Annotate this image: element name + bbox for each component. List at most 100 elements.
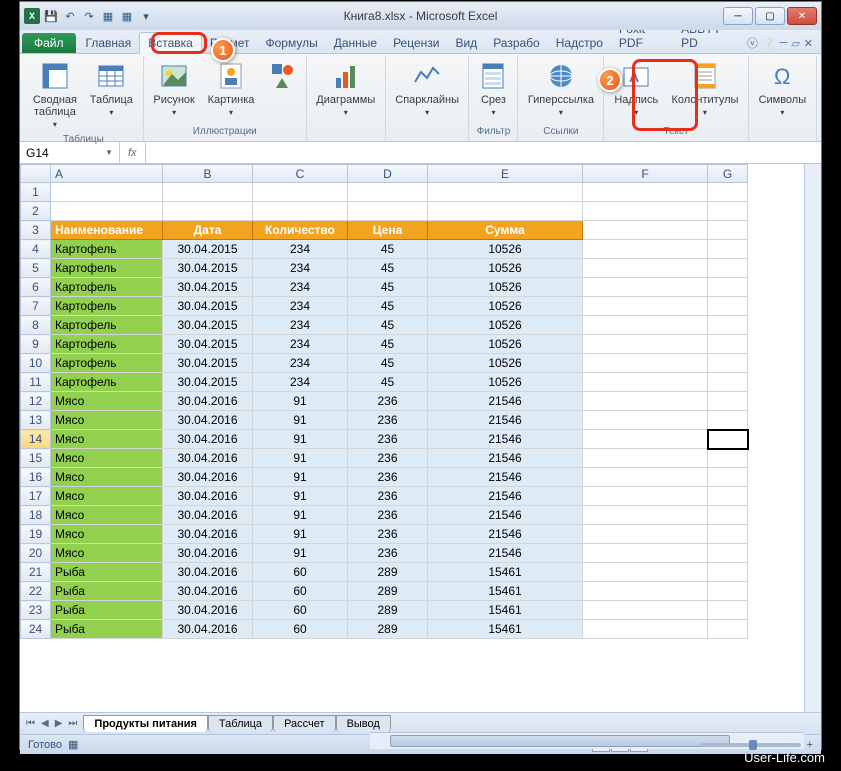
doc-restore-icon[interactable]: ▱ xyxy=(791,37,799,50)
save-icon[interactable]: 💾 xyxy=(43,8,59,24)
ribbon-tab-0[interactable]: Главная xyxy=(78,33,140,53)
cell-D8[interactable]: 45 xyxy=(348,316,428,335)
cell-F22[interactable] xyxy=(583,582,708,601)
cell-E1[interactable] xyxy=(428,183,583,202)
cell-B23[interactable]: 30.04.2016 xyxy=(163,601,253,620)
table-header-A[interactable]: Наименование xyxy=(51,221,163,240)
cell-G13[interactable] xyxy=(708,411,748,430)
cell-B8[interactable]: 30.04.2015 xyxy=(163,316,253,335)
vertical-scrollbar[interactable] xyxy=(804,164,821,712)
row-header-22[interactable]: 22 xyxy=(21,582,51,601)
row-header-6[interactable]: 6 xyxy=(21,278,51,297)
cell-G3[interactable] xyxy=(708,221,748,240)
cell-A15[interactable]: Мясо xyxy=(51,449,163,468)
cell-G17[interactable] xyxy=(708,487,748,506)
cell-A21[interactable]: Рыба xyxy=(51,563,163,582)
cell-C14[interactable]: 91 xyxy=(253,430,348,449)
qat-dropdown-icon[interactable]: ▾ xyxy=(138,8,154,24)
cell-A2[interactable] xyxy=(51,202,163,221)
cell-C23[interactable]: 60 xyxy=(253,601,348,620)
cell-D14[interactable]: 236 xyxy=(348,430,428,449)
select-all[interactable] xyxy=(21,165,51,183)
ribbon-btn-shapes-stack[interactable] xyxy=(262,58,302,94)
cell-G14[interactable] xyxy=(708,430,748,449)
cell-F20[interactable] xyxy=(583,544,708,563)
cell-C17[interactable]: 91 xyxy=(253,487,348,506)
table-header-B[interactable]: Дата xyxy=(163,221,253,240)
cell-E15[interactable]: 21546 xyxy=(428,449,583,468)
row-header-7[interactable]: 7 xyxy=(21,297,51,316)
ribbon-btn-chart[interactable]: Диаграммы ▾ xyxy=(311,58,381,120)
cell-E4[interactable]: 10526 xyxy=(428,240,583,259)
cell-E6[interactable]: 10526 xyxy=(428,278,583,297)
row-header-17[interactable]: 17 xyxy=(21,487,51,506)
col-header-A[interactable]: A xyxy=(51,165,163,183)
cell-E23[interactable]: 15461 xyxy=(428,601,583,620)
col-header-G[interactable]: G xyxy=(708,165,748,183)
ribbon-btn-headerfooter[interactable]: Колонтитулы ▾ xyxy=(666,58,744,120)
cell-D13[interactable]: 236 xyxy=(348,411,428,430)
row-header-5[interactable]: 5 xyxy=(21,259,51,278)
maximize-button[interactable]: ▢ xyxy=(755,7,785,25)
row-header-11[interactable]: 11 xyxy=(21,373,51,392)
cell-C18[interactable]: 91 xyxy=(253,506,348,525)
cell-G22[interactable] xyxy=(708,582,748,601)
cell-G6[interactable] xyxy=(708,278,748,297)
cell-C8[interactable]: 234 xyxy=(253,316,348,335)
cell-D22[interactable]: 289 xyxy=(348,582,428,601)
ribbon-tab-3[interactable]: Формулы xyxy=(257,33,325,53)
table-header-E[interactable]: Сумма xyxy=(428,221,583,240)
sheet-tab-active[interactable]: Продукты питания xyxy=(83,715,208,732)
ribbon-tab-8[interactable]: Надстро xyxy=(548,33,611,53)
cell-F19[interactable] xyxy=(583,525,708,544)
close-button[interactable]: ✕ xyxy=(787,7,817,25)
ribbon-btn-symbol[interactable]: ΩСимволы ▾ xyxy=(753,58,812,120)
row-header-4[interactable]: 4 xyxy=(21,240,51,259)
cell-B17[interactable]: 30.04.2016 xyxy=(163,487,253,506)
sheet-tab-1[interactable]: Рассчет xyxy=(273,715,336,732)
cell-B15[interactable]: 30.04.2016 xyxy=(163,449,253,468)
cell-C9[interactable]: 234 xyxy=(253,335,348,354)
spreadsheet-grid[interactable]: ABCDEFG123НаименованиеДатаКоличествоЦена… xyxy=(20,164,749,639)
cell-E5[interactable]: 10526 xyxy=(428,259,583,278)
col-header-E[interactable]: E xyxy=(428,165,583,183)
cell-A12[interactable]: Мясо xyxy=(51,392,163,411)
cell-A7[interactable]: Картофель xyxy=(51,297,163,316)
cell-C22[interactable]: 60 xyxy=(253,582,348,601)
name-box-dropdown-icon[interactable]: ▼ xyxy=(105,148,113,157)
cell-C20[interactable]: 91 xyxy=(253,544,348,563)
col-header-B[interactable]: B xyxy=(163,165,253,183)
cell-A24[interactable]: Рыба xyxy=(51,620,163,639)
cell-G4[interactable] xyxy=(708,240,748,259)
cell-C13[interactable]: 91 xyxy=(253,411,348,430)
cell-B2[interactable] xyxy=(163,202,253,221)
sheet-nav-last-icon[interactable]: ⏭ xyxy=(66,718,79,729)
file-tab[interactable]: Файл xyxy=(22,33,76,53)
cell-E18[interactable]: 21546 xyxy=(428,506,583,525)
cell-D6[interactable]: 45 xyxy=(348,278,428,297)
row-header-18[interactable]: 18 xyxy=(21,506,51,525)
cell-B24[interactable]: 30.04.2016 xyxy=(163,620,253,639)
cell-A22[interactable]: Рыба xyxy=(51,582,163,601)
cell-F24[interactable] xyxy=(583,620,708,639)
cell-F1[interactable] xyxy=(583,183,708,202)
ribbon-tab-5[interactable]: Рецензи xyxy=(385,33,447,53)
cell-D16[interactable]: 236 xyxy=(348,468,428,487)
cell-B4[interactable]: 30.04.2015 xyxy=(163,240,253,259)
cell-E22[interactable]: 15461 xyxy=(428,582,583,601)
cell-C7[interactable]: 234 xyxy=(253,297,348,316)
cell-G8[interactable] xyxy=(708,316,748,335)
cell-E9[interactable]: 10526 xyxy=(428,335,583,354)
row-header-13[interactable]: 13 xyxy=(21,411,51,430)
cell-D9[interactable]: 45 xyxy=(348,335,428,354)
cell-E7[interactable]: 10526 xyxy=(428,297,583,316)
cell-C1[interactable] xyxy=(253,183,348,202)
cell-B6[interactable]: 30.04.2015 xyxy=(163,278,253,297)
cell-B21[interactable]: 30.04.2016 xyxy=(163,563,253,582)
row-header-20[interactable]: 20 xyxy=(21,544,51,563)
cell-E14[interactable]: 21546 xyxy=(428,430,583,449)
cell-G11[interactable] xyxy=(708,373,748,392)
cell-E11[interactable]: 10526 xyxy=(428,373,583,392)
cell-C16[interactable]: 91 xyxy=(253,468,348,487)
row-header-16[interactable]: 16 xyxy=(21,468,51,487)
